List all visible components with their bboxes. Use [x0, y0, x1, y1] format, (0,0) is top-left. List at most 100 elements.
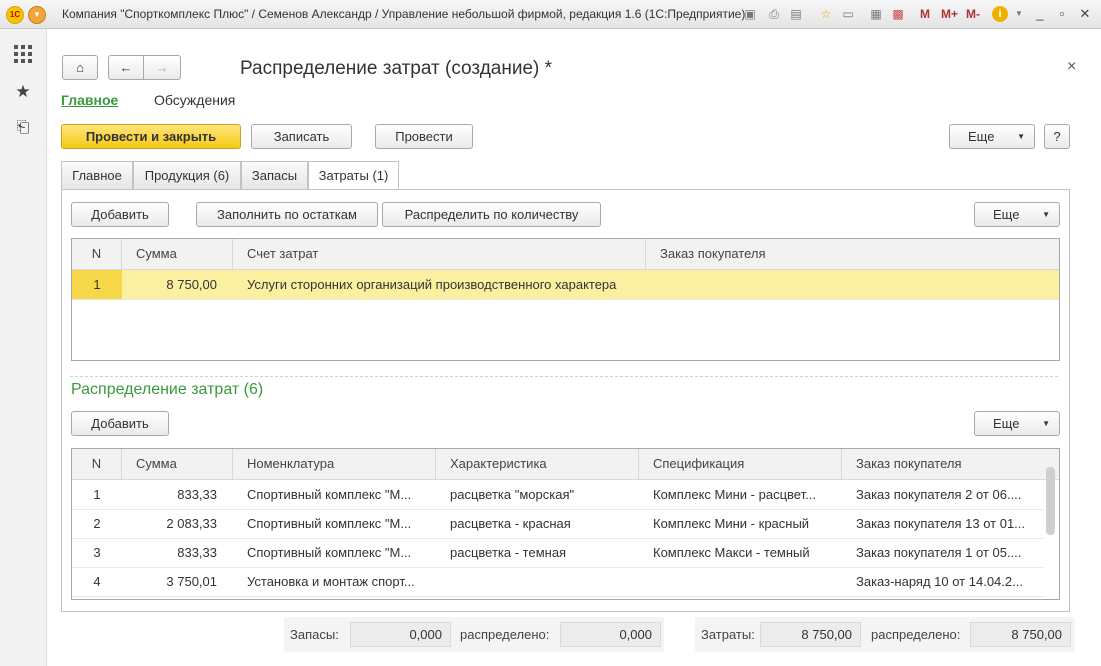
distribution-add-button[interactable]: Добавить [71, 411, 169, 436]
section-divider [70, 376, 1058, 377]
row-number: 1 [72, 270, 122, 299]
row-item[interactable]: Спортивный комплекс "М... [233, 538, 436, 567]
row-order[interactable]: Заказ покупателя 13 от 01... [842, 509, 1044, 538]
costs-add-button[interactable]: Добавить [71, 202, 169, 227]
row-sum[interactable]: 8 750,00 [122, 270, 233, 299]
col-n[interactable]: N [72, 449, 122, 479]
row-item[interactable]: Спортивный комплекс "М... [233, 480, 436, 509]
costs-more-label: Еще [993, 207, 1020, 222]
row-number: 3 [93, 545, 101, 560]
post-and-close-button[interactable]: Провести и закрыть [61, 124, 241, 149]
memory-m-button[interactable]: M [920, 7, 930, 21]
table-row[interactable]: 2 2 083,33 Спортивный комплекс "М... рас… [72, 509, 1044, 539]
favorites-icon[interactable]: ★ [13, 82, 33, 102]
help-button[interactable]: ? [1044, 124, 1070, 149]
row-specification[interactable]: Комплекс Мини - красный [639, 509, 842, 538]
close-window-icon[interactable]: ✕ [1076, 5, 1094, 23]
row-order[interactable] [646, 270, 1059, 299]
col-sum[interactable]: Сумма [122, 239, 233, 269]
tab-costs[interactable]: Затраты (1) [308, 161, 399, 190]
row-specification[interactable] [639, 567, 842, 596]
col-characteristic[interactable]: Характеристика [436, 449, 639, 479]
close-form-icon[interactable]: × [1067, 58, 1076, 76]
main-menu-icon[interactable]: ▾ [28, 6, 46, 24]
chevron-down-icon: ▼ [1042, 210, 1050, 219]
col-account[interactable]: Счет затрат [233, 239, 646, 269]
window-title: Компания "Спорткомплекс Плюс" / Семенов … [62, 7, 746, 21]
table-row[interactable]: 4 3 750,01 Установка и монтаж спорт... З… [72, 567, 1044, 597]
distribution-more-button[interactable]: Еще ▼ [974, 411, 1060, 436]
tab-stocks[interactable]: Запасы [241, 161, 308, 189]
history-icon[interactable]: ⎗ [13, 118, 33, 138]
row-specification[interactable]: Комплекс Мини - расцвет... [639, 480, 842, 509]
memory-minus-button[interactable]: M- [966, 7, 980, 21]
save-icon[interactable]: ▣ [742, 6, 758, 22]
col-sum[interactable]: Сумма [122, 449, 233, 479]
tab-main[interactable]: Главное [61, 161, 133, 189]
info-dropdown-icon[interactable]: ▼ [1011, 6, 1027, 22]
row-sum[interactable]: 2 083,33 [122, 509, 233, 538]
distribution-section-title[interactable]: Распределение затрат (6) [71, 381, 263, 399]
col-item[interactable]: Номенклатура [233, 449, 436, 479]
table-row[interactable]: 1 833,33 Спортивный комплекс "М... расцв… [72, 480, 1044, 510]
row-order[interactable]: Заказ-наряд 10 от 14.04.2... [842, 567, 1044, 596]
costs-distributed-label: распределено: [871, 627, 961, 642]
costs-value-field: 8 750,00 [760, 622, 861, 647]
table-scrollbar[interactable] [1046, 467, 1055, 535]
memory-plus-button[interactable]: M+ [941, 7, 958, 21]
row-sum[interactable]: 3 750,01 [122, 567, 233, 596]
row-item[interactable]: Установка и монтаж спорт... [233, 567, 436, 596]
calendar-icon[interactable]: ▩ [890, 6, 906, 22]
col-order[interactable]: Заказ покупателя [842, 449, 1059, 479]
row-number: 1 [93, 487, 101, 502]
app-logo-icon[interactable]: 1С [6, 6, 24, 24]
row-characteristic[interactable]: расцветка - темная [436, 538, 639, 567]
back-button[interactable]: ← [108, 55, 144, 80]
nav-tab-main[interactable]: Главное [61, 92, 118, 108]
distribute-by-quantity-button[interactable]: Распределить по количеству [382, 202, 601, 227]
distribution-table: N Сумма Номенклатура Характеристика Спец… [71, 448, 1060, 600]
col-specification[interactable]: Спецификация [639, 449, 842, 479]
costs-table: N Сумма Счет затрат Заказ покупателя 1 8… [71, 238, 1060, 361]
print-icon[interactable]: ⎙ [766, 6, 782, 22]
save-button[interactable]: Записать [251, 124, 352, 149]
row-account[interactable]: Услуги сторонних организаций производств… [233, 270, 646, 299]
col-order[interactable]: Заказ покупателя [646, 239, 1059, 269]
nav-tab-discussions[interactable]: Обсуждения [154, 92, 235, 108]
fill-by-balance-button[interactable]: Заполнить по остаткам [196, 202, 378, 227]
row-specification[interactable]: Комплекс Макси - темный [639, 538, 842, 567]
row-item[interactable]: Спортивный комплекс "М... [233, 509, 436, 538]
costs-label: Затраты: [701, 627, 755, 642]
maximize-icon[interactable]: ▫ [1053, 5, 1071, 23]
tab-products[interactable]: Продукция (6) [133, 161, 241, 189]
costs-distributed-field: 8 750,00 [970, 622, 1071, 647]
row-characteristic[interactable] [436, 567, 639, 596]
more-menu-label: Еще [968, 129, 995, 144]
post-button[interactable]: Провести [375, 124, 473, 149]
row-sum[interactable]: 833,33 [122, 538, 233, 567]
chevron-down-icon: ▼ [1017, 132, 1025, 141]
row-characteristic[interactable]: расцветка "морская" [436, 480, 639, 509]
row-sum[interactable]: 833,33 [122, 480, 233, 509]
sections-menu-icon[interactable] [14, 45, 32, 63]
costs-more-button[interactable]: Еще ▼ [974, 202, 1060, 227]
distribution-more-label: Еще [993, 416, 1020, 431]
calculator-icon[interactable]: ▦ [868, 6, 884, 22]
more-menu-button[interactable]: Еще ▼ [949, 124, 1035, 149]
home-button[interactable]: ⌂ [62, 55, 98, 80]
row-order[interactable]: Заказ покупателя 1 от 05.... [842, 538, 1044, 567]
favorites-star-icon[interactable]: ☆ [818, 6, 834, 22]
table-row[interactable]: 3 833,33 Спортивный комплекс "М... расцв… [72, 538, 1044, 568]
preview-icon[interactable]: ▤ [788, 6, 804, 22]
info-icon[interactable]: i [992, 6, 1008, 22]
forward-button[interactable]: → [143, 55, 181, 80]
table-row[interactable]: 1 8 750,00 Услуги сторонних организаций … [72, 270, 1059, 300]
stocks-distributed-field: 0,000 [560, 622, 661, 647]
col-n[interactable]: N [72, 239, 122, 269]
row-order[interactable]: Заказ покупателя 2 от 06.... [842, 480, 1044, 509]
row-characteristic[interactable]: расцветка - красная [436, 509, 639, 538]
link-icon[interactable]: ▭ [840, 6, 856, 22]
minimize-icon[interactable]: _ [1031, 5, 1049, 23]
stocks-label: Запасы: [290, 627, 339, 642]
costs-table-header: N Сумма Счет затрат Заказ покупателя [72, 239, 1059, 270]
